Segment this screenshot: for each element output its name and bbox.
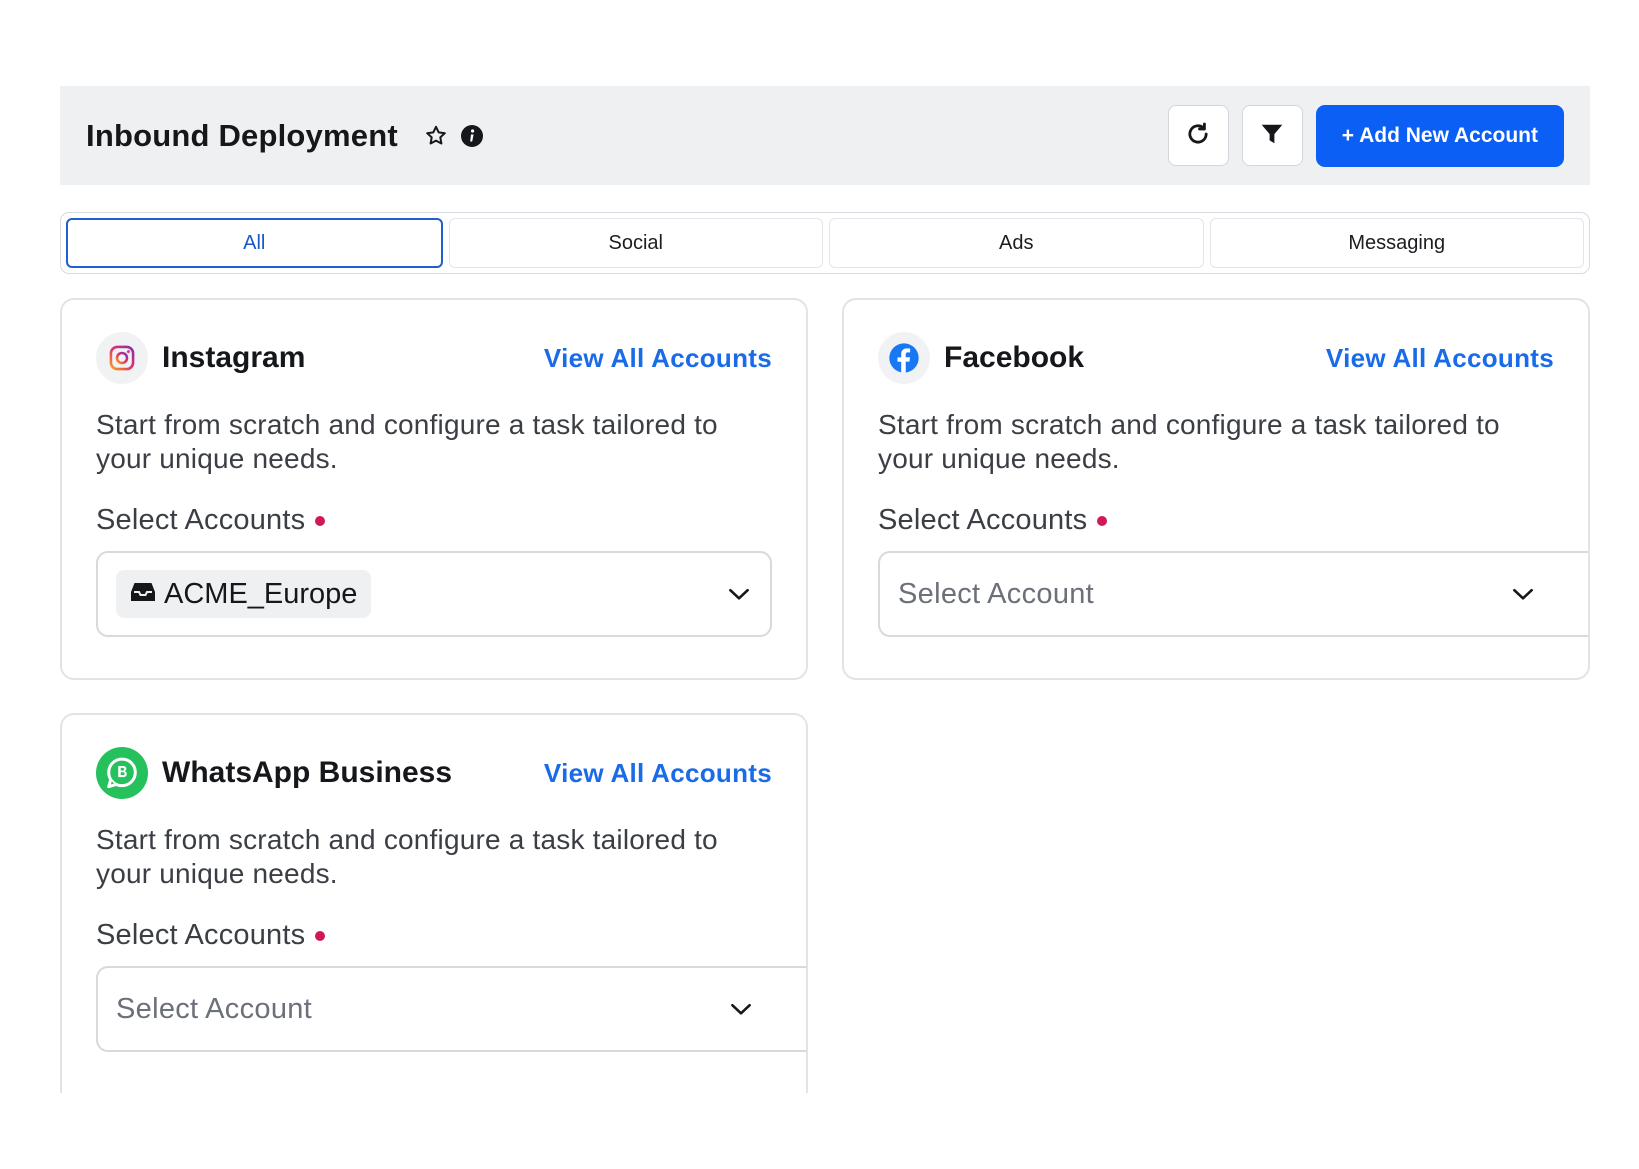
card-title: Facebook (944, 341, 1085, 374)
view-all-accounts-link[interactable]: View All Accounts (1326, 343, 1554, 374)
facebook-icon (878, 332, 930, 384)
card-header: Instagram View All Accounts (96, 330, 772, 386)
field-label: Select Accounts (96, 919, 772, 952)
category-tabs: All Social Ads Messaging (60, 212, 1590, 274)
selected-account-chip[interactable]: ACME_Europe (116, 570, 372, 618)
add-new-account-button[interactable]: + Add New Account (1315, 104, 1564, 167)
card-title: WhatsApp Business (162, 756, 453, 789)
refresh-button[interactable] (1167, 105, 1229, 166)
page-header: Inbound Deployment + Add New Account (60, 86, 1590, 185)
page-title: Inbound Deployment (86, 117, 398, 153)
chevron-down-icon[interactable] (1510, 581, 1536, 607)
tab-all[interactable]: All (66, 218, 443, 268)
card-header: WhatsApp Business View All Accounts (96, 745, 772, 801)
chevron-down-icon[interactable] (726, 581, 752, 607)
field-label-text: Select Accounts (96, 919, 306, 951)
whatsapp-business-card: WhatsApp Business View All Accounts Star… (60, 713, 808, 1093)
whatsapp-business-icon (96, 747, 148, 799)
instagram-card: Instagram View All Accounts Start from s… (60, 298, 808, 680)
instagram-icon (96, 332, 148, 384)
star-icon[interactable] (424, 124, 448, 148)
card-description: Start from scratch and configure a task … (96, 824, 718, 889)
field-label-text: Select Accounts (96, 504, 306, 536)
info-icon[interactable] (460, 124, 484, 148)
required-indicator (315, 930, 326, 941)
field-label: Select Accounts (878, 504, 1554, 537)
required-indicator (315, 515, 326, 526)
tab-social[interactable]: Social (448, 218, 823, 268)
page: Inbound Deployment + Add New Account All… (0, 0, 1639, 1169)
refresh-icon (1184, 120, 1212, 151)
view-all-accounts-link[interactable]: View All Accounts (544, 758, 772, 789)
field-label: Select Accounts (96, 504, 772, 537)
view-all-accounts-link[interactable]: View All Accounts (544, 343, 772, 374)
card-description: Start from scratch and configure a task … (96, 409, 718, 474)
inbox-icon (130, 578, 156, 611)
facebook-card: Facebook View All Accounts Start from sc… (842, 298, 1590, 680)
filter-button[interactable] (1241, 105, 1303, 166)
account-select[interactable]: Select Account (878, 551, 1588, 637)
select-placeholder: Select Account (898, 577, 1095, 610)
card-description: Start from scratch and configure a task … (878, 409, 1500, 474)
filter-icon (1259, 121, 1285, 150)
select-placeholder: Select Account (116, 992, 313, 1025)
account-select[interactable]: Select Account (96, 966, 806, 1052)
selected-account-label: ACME_Europe (164, 577, 358, 610)
account-select[interactable]: ACME_Europe (96, 551, 772, 637)
required-indicator (1097, 515, 1108, 526)
field-label-text: Select Accounts (878, 504, 1088, 536)
card-title: Instagram (162, 341, 306, 374)
chevron-down-icon[interactable] (728, 996, 754, 1022)
tab-ads[interactable]: Ads (829, 218, 1204, 268)
tab-messaging[interactable]: Messaging (1209, 218, 1584, 268)
header-actions: + Add New Account (1167, 104, 1564, 167)
card-header: Facebook View All Accounts (878, 330, 1554, 386)
